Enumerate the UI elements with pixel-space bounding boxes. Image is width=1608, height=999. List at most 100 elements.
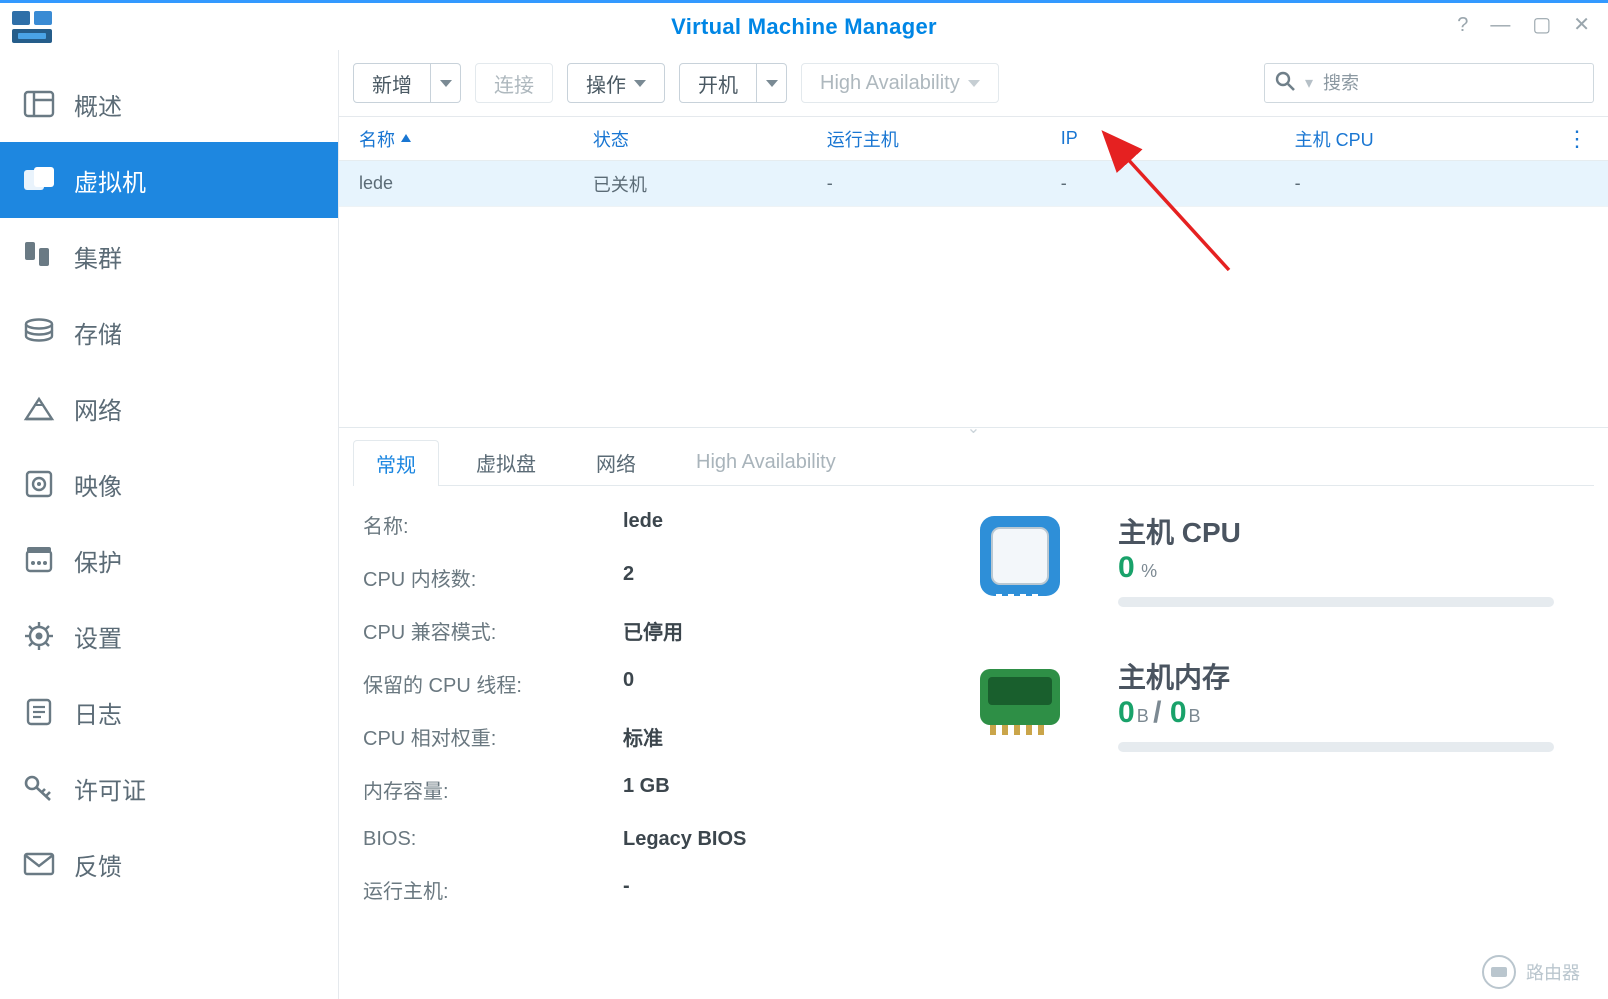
ha-label: High Availability [820, 72, 960, 95]
memory-card: 主机内存 0B / 0B [974, 655, 1554, 752]
tab-network[interactable]: 网络 [573, 439, 659, 485]
sidebar-item-label: 许可证 [74, 771, 146, 806]
cpu-icon [974, 510, 1094, 607]
sidebar-item-label: 概述 [74, 87, 122, 122]
maximize-icon[interactable]: ▢ [1532, 15, 1551, 35]
col-ip[interactable]: IP [1061, 128, 1295, 149]
kv-reserved-key: 保留的 CPU 线程: [363, 669, 623, 698]
sidebar-item-cluster[interactable]: 集群 [0, 218, 338, 294]
memory-card-title: 主机内存 [1118, 656, 1554, 696]
kv-host-key: 运行主机: [363, 875, 623, 904]
sidebar-item-label: 网络 [74, 391, 122, 426]
col-status[interactable]: 状态 [593, 126, 827, 152]
sidebar-item-protection[interactable]: 保护 [0, 522, 338, 598]
close-icon[interactable]: ✕ [1573, 15, 1590, 35]
panel-collapse-handle[interactable]: ⌄ [967, 418, 980, 438]
action-button[interactable]: 操作 [567, 63, 665, 103]
kv-name-val: lede [623, 510, 944, 539]
sidebar-item-image[interactable]: 映像 [0, 446, 338, 522]
poweron-button[interactable]: 开机 [679, 63, 757, 103]
mem-total-value: 0 [1170, 696, 1187, 729]
sidebar-item-label: 虚拟机 [74, 163, 146, 198]
sidebar-item-feedback[interactable]: 反馈 [0, 826, 338, 902]
mem-used-value: 0 [1118, 696, 1135, 729]
sidebar-item-overview[interactable]: 概述 [0, 66, 338, 142]
table-header: 名称 状态 运行主机 IP 主机 CPU ⋮ [339, 117, 1608, 161]
sidebar-item-label: 存储 [74, 315, 122, 350]
chevron-down-icon [440, 80, 452, 87]
add-dropdown-caret[interactable] [431, 63, 461, 103]
sidebar-item-network[interactable]: 网络 [0, 370, 338, 446]
chevron-down-icon [766, 80, 778, 87]
tab-vdisk[interactable]: 虚拟盘 [453, 439, 559, 485]
resource-cards: 主机 CPU 0 % [974, 510, 1584, 904]
kv-cores-key: CPU 内核数: [363, 563, 623, 592]
detail-kv: 名称: lede CPU 内核数: 2 CPU 兼容模式: 已停用 保留的 CP… [363, 510, 944, 904]
chevron-down-icon [968, 80, 980, 87]
vm-icon [24, 165, 54, 195]
memory-icon [974, 655, 1094, 752]
title-bar: Virtual Machine Manager ? — ▢ ✕ [0, 0, 1608, 50]
ha-button[interactable]: High Availability [801, 63, 999, 103]
kv-weight-val: 标准 [623, 722, 944, 751]
action-label: 操作 [586, 69, 626, 98]
watermark: 路由器 [1482, 955, 1580, 989]
add-button-group: 新增 [353, 63, 461, 103]
mem-total-unit: B [1189, 706, 1201, 726]
overview-icon [24, 89, 54, 119]
search-box[interactable]: ▾ [1264, 63, 1594, 103]
kv-mem-val: 1 GB [623, 775, 944, 804]
col-host[interactable]: 运行主机 [827, 126, 1061, 152]
poweron-button-group: 开机 [679, 63, 787, 103]
kv-bios-key: BIOS: [363, 828, 623, 851]
vm-table: 名称 状态 运行主机 IP 主机 CPU ⋮ lede 已关机 - - - [339, 116, 1608, 207]
app-icon [12, 11, 52, 43]
cell-host: - [827, 173, 1061, 194]
protection-icon [24, 545, 54, 575]
search-input[interactable] [1323, 73, 1583, 94]
cpu-value: 0 [1118, 551, 1135, 584]
sidebar-item-settings[interactable]: 设置 [0, 598, 338, 674]
cell-name: lede [359, 173, 593, 194]
details-panel: ⌄ 常规 虚拟盘 网络 High Availability 名称: lede C… [339, 427, 1608, 999]
kv-mem-key: 内存容量: [363, 775, 623, 804]
kv-cores-val: 2 [623, 563, 944, 592]
sidebar-item-log[interactable]: 日志 [0, 674, 338, 750]
cell-hostcpu: - [1295, 173, 1548, 194]
col-name[interactable]: 名称 [359, 126, 593, 152]
log-icon [24, 697, 54, 727]
cpu-progress-bar [1118, 597, 1554, 607]
cpu-unit: % [1141, 561, 1157, 581]
help-icon[interactable]: ? [1457, 15, 1468, 35]
image-icon [24, 469, 54, 499]
tab-ha[interactable]: High Availability [673, 439, 859, 485]
cluster-icon [24, 241, 54, 271]
watermark-icon [1482, 955, 1516, 989]
table-row[interactable]: lede 已关机 - - - [339, 161, 1608, 207]
cpu-card-title: 主机 CPU [1118, 511, 1554, 551]
mem-used-unit: B [1137, 706, 1149, 726]
minimize-icon[interactable]: — [1490, 15, 1510, 35]
app-title: Virtual Machine Manager [671, 14, 937, 40]
kv-compat-val: 已停用 [623, 616, 944, 645]
sidebar-item-label: 日志 [74, 695, 122, 730]
table-more-icon[interactable]: ⋮ [1548, 126, 1588, 152]
network-icon [24, 393, 54, 423]
search-icon [1275, 71, 1295, 96]
sidebar-item-vm[interactable]: 虚拟机 [0, 142, 338, 218]
mem-sep: / [1153, 696, 1170, 729]
memory-progress-bar [1118, 742, 1554, 752]
gear-icon [24, 621, 54, 651]
connect-button[interactable]: 连接 [475, 63, 553, 103]
sidebar-item-storage[interactable]: 存储 [0, 294, 338, 370]
poweron-dropdown-caret[interactable] [757, 63, 787, 103]
kv-compat-key: CPU 兼容模式: [363, 616, 623, 645]
col-hostcpu[interactable]: 主机 CPU [1295, 126, 1548, 152]
chevron-down-icon [634, 80, 646, 87]
cell-status: 已关机 [593, 171, 827, 197]
key-icon [24, 773, 54, 803]
cell-ip: - [1061, 173, 1295, 194]
sidebar-item-license[interactable]: 许可证 [0, 750, 338, 826]
add-button[interactable]: 新增 [353, 63, 431, 103]
tab-general[interactable]: 常规 [353, 440, 439, 486]
